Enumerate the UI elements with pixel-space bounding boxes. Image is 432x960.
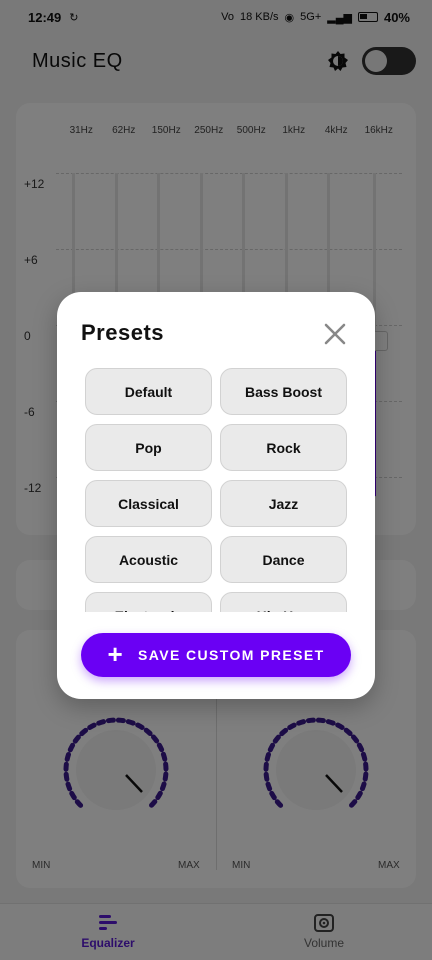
preset-button-classical[interactable]: Classical — [85, 480, 212, 527]
preset-button-acoustic[interactable]: Acoustic — [85, 536, 212, 583]
preset-button-default[interactable]: Default — [85, 368, 212, 415]
preset-button-jazz[interactable]: Jazz — [220, 480, 347, 527]
save-custom-preset-button[interactable]: + SAVE CUSTOM PRESET — [81, 633, 351, 677]
save-button-label: SAVE CUSTOM PRESET — [138, 647, 325, 663]
preset-button-hip-hop[interactable]: Hip Hop — [220, 592, 347, 612]
close-button[interactable] — [319, 318, 351, 350]
preset-button-pop[interactable]: Pop — [85, 424, 212, 471]
dialog-title: Presets — [81, 320, 165, 345]
preset-button-rock[interactable]: Rock — [220, 424, 347, 471]
plus-icon: + — [107, 639, 125, 669]
close-icon — [324, 323, 346, 345]
preset-button-dance[interactable]: Dance — [220, 536, 347, 583]
preset-button-bass-boost[interactable]: Bass Boost — [220, 368, 347, 415]
preset-grid: Default Bass Boost Pop Rock Classical Ja… — [85, 368, 349, 612]
presets-dialog: Presets Default Bass Boost Pop Rock Clas… — [57, 292, 375, 699]
preset-button-electronic[interactable]: Electronic — [85, 592, 212, 612]
